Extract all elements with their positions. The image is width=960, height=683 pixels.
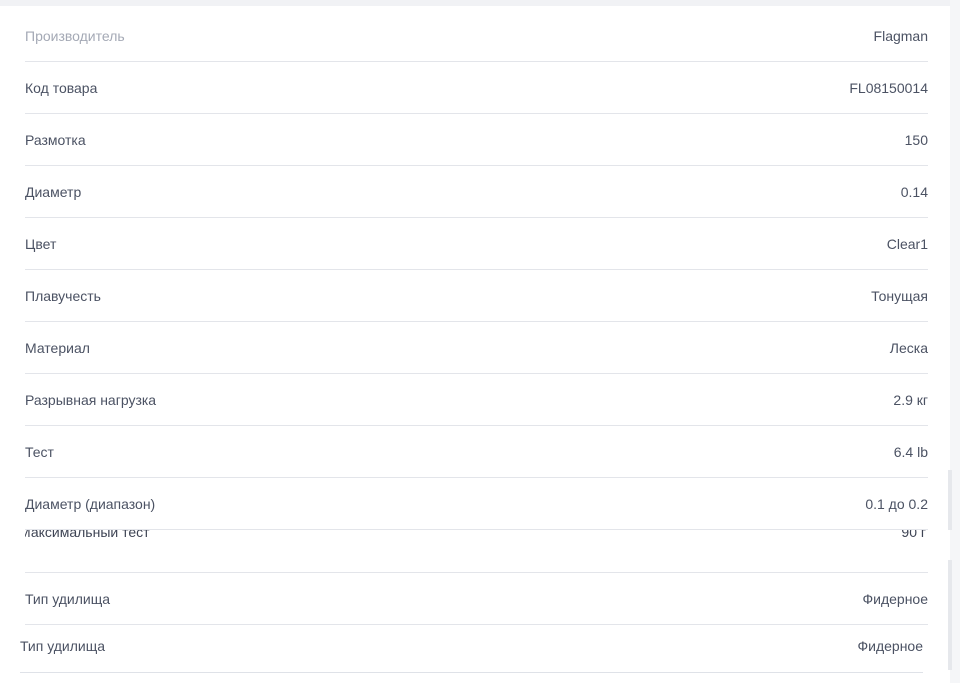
spec-label: Тип удилища xyxy=(20,638,106,654)
spec-value: 0.1 до 0.2 xyxy=(865,495,928,512)
spec-row-max-test: Максимальный тест 90 г xyxy=(25,530,928,573)
spec-label: Размотка xyxy=(25,131,86,148)
spec-row-manufacturer: Производитель Flagman xyxy=(25,10,928,62)
spec-value: Леска xyxy=(889,339,928,356)
spec-row-spool-length: Размотка 150 xyxy=(25,114,928,166)
spec-value: 0.14 xyxy=(900,183,928,200)
spec-value: Clear1 xyxy=(886,235,928,252)
top-background-strip xyxy=(0,0,950,6)
spec-label: Тест xyxy=(25,443,54,460)
spec-row-product-code: Код товара FL08150014 xyxy=(25,62,928,114)
spec-value: Flagman xyxy=(873,27,928,44)
spec-row-diameter-range: Диаметр (диапазон) 0.1 до 0.2 xyxy=(25,478,928,530)
spec-row-diameter: Диаметр 0.14 xyxy=(25,166,928,218)
spec-value: 6.4 lb xyxy=(893,443,928,460)
spec-row-color: Цвет Clear1 xyxy=(25,218,928,270)
spec-label: Диаметр (диапазон) xyxy=(25,495,156,512)
spec-label: Тип удилища xyxy=(25,590,111,607)
spec-label: Максимальный тест xyxy=(25,530,150,540)
spec-row-buoyancy: Плавучесть Тонущая xyxy=(25,270,928,322)
specifications-table: Производитель Flagman Код товара FL08150… xyxy=(25,10,928,625)
spec-label: Диаметр xyxy=(25,183,82,200)
spec-label: Цвет xyxy=(25,235,57,252)
spec-row-rod-type-duplicate: Тип удилища Фидерное xyxy=(20,620,923,673)
spec-row-breaking-load: Разрывная нагрузка 2.9 кг xyxy=(25,374,928,426)
spec-label: Плавучесть xyxy=(25,287,101,304)
spec-row-material: Материал Леска xyxy=(25,322,928,374)
spec-value: 150 xyxy=(904,131,928,148)
scrollbar-track-lower xyxy=(948,560,952,670)
spec-row-test: Тест 6.4 lb xyxy=(25,426,928,478)
scrollbar-track xyxy=(948,470,952,530)
spec-value: 90 г xyxy=(901,530,926,540)
spec-label: Производитель xyxy=(25,27,125,44)
spec-value: Тонущая xyxy=(871,287,928,304)
spec-label: Разрывная нагрузка xyxy=(25,391,157,408)
spec-value: Фидерное xyxy=(857,638,923,654)
spec-label: Материал xyxy=(25,339,90,356)
spec-label: Код товара xyxy=(25,79,98,96)
spec-value: Фидерное xyxy=(862,590,928,607)
spec-row-rod-type: Тип удилища Фидерное xyxy=(25,573,928,625)
spec-value: 2.9 кг xyxy=(893,391,928,408)
spec-value: FL08150014 xyxy=(849,79,928,96)
